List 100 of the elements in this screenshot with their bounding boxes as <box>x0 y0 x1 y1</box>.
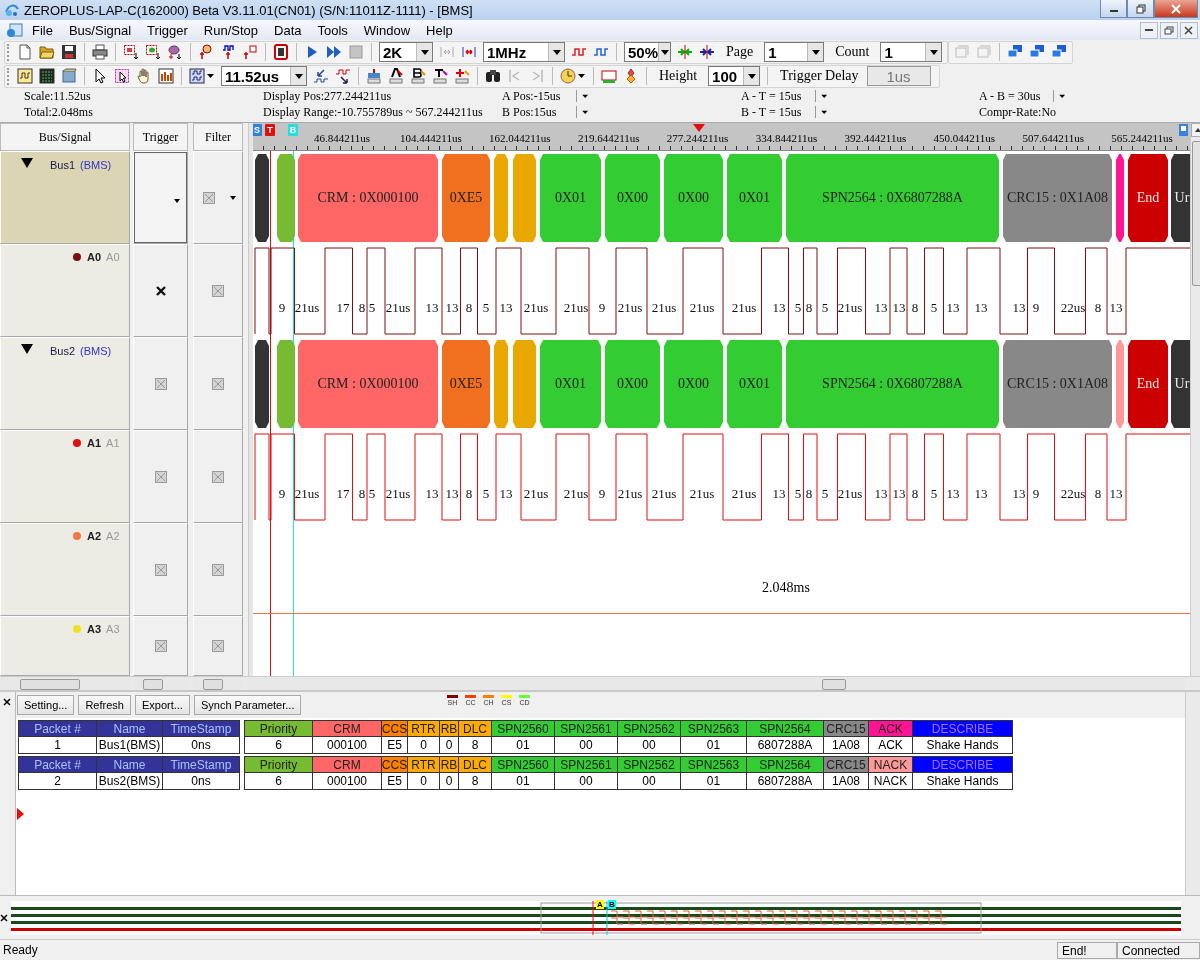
channel-cell[interactable]: A3 A3 <box>0 616 130 676</box>
document-window-icon[interactable] <box>6 22 24 38</box>
decoded-field: SPN2564 : 0X6807288A <box>786 340 999 428</box>
fast-forward-icon[interactable] <box>326 44 342 60</box>
vertical-scrollbar[interactable] <box>1185 692 1200 895</box>
dropdown-arrow-icon[interactable] <box>576 106 590 118</box>
height-label: Height <box>659 68 698 84</box>
bar-marker-icon[interactable] <box>432 68 448 84</box>
bar-marker-icon[interactable] <box>366 68 382 84</box>
minimize-button[interactable] <box>1100 0 1127 18</box>
dropdown-arrow-icon[interactable] <box>815 90 829 102</box>
close-button[interactable] <box>1180 21 1198 39</box>
menu-item[interactable]: Window <box>355 21 419 39</box>
channel-cell[interactable]: A0 A0 <box>0 244 130 337</box>
time-scale-dropdown[interactable]: 11.52us <box>221 66 307 86</box>
bar-marker-icon[interactable] <box>410 68 426 84</box>
grid-window-icon[interactable] <box>39 68 55 84</box>
cube-icon[interactable] <box>61 68 77 84</box>
restore-button[interactable] <box>1160 21 1178 39</box>
count-dropdown[interactable]: 1 <box>880 42 943 62</box>
channel-cell[interactable]: A1 A1 <box>0 430 130 523</box>
save-icon[interactable] <box>61 44 77 60</box>
cursor-marker[interactable]: T <box>265 124 275 136</box>
print-icon[interactable] <box>92 44 108 60</box>
arrow-to-wave-icon[interactable] <box>313 68 329 84</box>
toolbar-button[interactable]: Export... <box>134 695 190 715</box>
monitor-icon[interactable] <box>1007 44 1024 60</box>
dropdown-arrow-icon[interactable] <box>1053 90 1067 102</box>
dotted-box-icon[interactable] <box>145 44 161 60</box>
pulse-width-label: 9 <box>278 486 286 502</box>
pulse-width-label: 9 <box>1032 300 1040 316</box>
dropdown-arrow-icon[interactable] <box>815 106 829 118</box>
arrows-inward-icon[interactable] <box>461 44 477 60</box>
zoom-dropdown[interactable]: 50% <box>624 42 671 62</box>
wave-trigger-icon[interactable] <box>220 44 236 60</box>
menu-item[interactable]: Tools <box>309 21 356 39</box>
waveform-window-icon[interactable] <box>189 68 205 84</box>
probe-icon[interactable] <box>198 44 214 60</box>
minimize-button[interactable] <box>1140 21 1158 39</box>
toolbar-button[interactable]: Refresh <box>78 695 131 715</box>
menu-item[interactable]: File <box>24 21 61 39</box>
pulse-width-label: 9 <box>1032 486 1040 502</box>
column-header: Priority <box>244 720 313 737</box>
tick-label: 162.044211us <box>489 132 551 144</box>
menu-item[interactable]: Data <box>266 21 310 39</box>
menu-item[interactable]: Bus/Signal <box>60 21 140 39</box>
toolbar-button[interactable]: Synch Parameter... <box>193 695 302 715</box>
hand-icon[interactable] <box>136 68 152 84</box>
cursor-marker[interactable]: A <box>596 900 604 909</box>
bar-chart-icon[interactable] <box>158 68 174 84</box>
open-folder-icon[interactable] <box>39 44 55 60</box>
pulse-width-label: 9 <box>598 486 606 502</box>
dropdown-arrow-icon[interactable] <box>576 90 590 102</box>
close-icon[interactable] <box>3 698 11 706</box>
trigger-delay-field[interactable]: 1us <box>866 66 931 86</box>
cursor-marker[interactable]: S <box>253 124 262 136</box>
channel-cell[interactable]: Bus1 (BMS) <box>0 151 130 244</box>
column-header[interactable]: Filter <box>193 123 243 151</box>
menu-item[interactable]: Help <box>418 21 461 39</box>
column-header[interactable]: Trigger <box>133 123 188 151</box>
channel-cell[interactable]: Bus2 (BMS) <box>0 337 130 430</box>
page-dropdown[interactable]: 1 <box>764 42 825 62</box>
toolbar-button[interactable]: Setting... <box>17 695 75 715</box>
monitor-icon[interactable] <box>1029 44 1046 60</box>
dotted-box-icon[interactable] <box>123 44 139 60</box>
memory-depth-dropdown[interactable]: 2K <box>379 42 433 62</box>
scrollbar-thumb[interactable] <box>20 678 80 690</box>
pointer-icon[interactable] <box>92 68 108 84</box>
channel-cell[interactable]: A2 A2 <box>0 523 130 616</box>
table-cell: E5 <box>382 737 408 754</box>
menu-item[interactable]: Trigger <box>139 21 196 39</box>
sample-rate-dropdown[interactable]: 1MHz <box>483 42 565 62</box>
column-header[interactable]: Bus/Signal <box>0 123 130 151</box>
overview-waveform-drawing[interactable] <box>11 900 1181 935</box>
close-icon[interactable] <box>0 913 8 922</box>
close-button[interactable] <box>1154 0 1198 18</box>
bar-marker-icon[interactable] <box>454 68 470 84</box>
zoom-arrows-icon[interactable] <box>699 44 715 60</box>
cursor-marker[interactable]: B <box>608 900 616 909</box>
height-dropdown[interactable]: 100 <box>708 66 761 86</box>
scrollbar-thumb[interactable] <box>203 678 223 690</box>
binoculars-icon[interactable] <box>485 68 501 84</box>
expand-icon[interactable] <box>21 344 33 354</box>
monitor-icon[interactable] <box>1051 44 1068 60</box>
menu-item[interactable]: Run/Stop <box>195 21 266 39</box>
waveform-window-icon[interactable] <box>17 68 33 84</box>
bar-marker-icon[interactable] <box>388 68 404 84</box>
scrollbar-thumb[interactable] <box>143 678 163 690</box>
column-header: SPN2563 <box>681 720 747 737</box>
scrollbar-thumb[interactable] <box>822 678 846 690</box>
pulse-trigger-icon[interactable] <box>242 44 258 60</box>
info-text: A Pos:-15us <box>502 88 562 104</box>
trigger-dropdown[interactable] <box>134 152 187 243</box>
expand-icon[interactable] <box>21 158 33 168</box>
x-mark-icon[interactable] <box>154 284 167 297</box>
wave-arrow-icon[interactable] <box>335 68 351 84</box>
restore-button[interactable] <box>1127 0 1154 18</box>
memory-icon[interactable] <box>273 44 289 60</box>
new-file-icon[interactable] <box>17 44 33 60</box>
selection-icon[interactable] <box>114 68 130 84</box>
